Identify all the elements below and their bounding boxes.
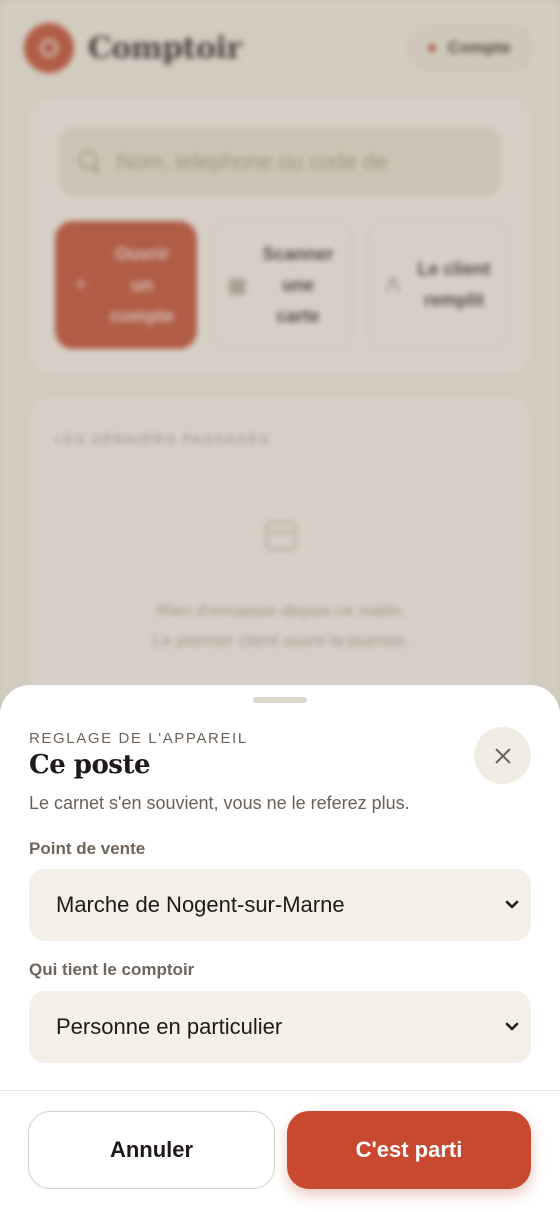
- chevron-down-icon: [505, 898, 519, 912]
- confirm-button[interactable]: C'est parti: [287, 1111, 531, 1189]
- close-icon: [494, 747, 512, 765]
- device-settings-sheet: REGLAGE DE L'APPAREIL Ce poste Le carnet…: [0, 685, 560, 1212]
- sheet-title: Ce poste: [29, 750, 151, 780]
- point-of-sale-value: Marche de Nogent-sur-Marne: [56, 892, 345, 917]
- counter-holder-label: Qui tient le comptoir: [29, 960, 195, 979]
- chevron-down-icon: [505, 1020, 519, 1034]
- close-button[interactable]: [474, 727, 531, 784]
- sheet-eyebrow: REGLAGE DE L'APPAREIL: [29, 730, 248, 747]
- counter-holder-value: Personne en particulier: [56, 1014, 283, 1039]
- sheet-description: Le carnet s'en souvient, vous ne le refe…: [29, 793, 410, 813]
- cancel-button[interactable]: Annuler: [28, 1111, 275, 1189]
- footer-divider: [0, 1090, 560, 1091]
- point-of-sale-label: Point de vente: [29, 839, 146, 858]
- counter-holder-select[interactable]: Personne en particulier: [29, 991, 531, 1063]
- drag-handle[interactable]: [253, 697, 307, 703]
- point-of-sale-select[interactable]: Marche de Nogent-sur-Marne: [29, 869, 531, 941]
